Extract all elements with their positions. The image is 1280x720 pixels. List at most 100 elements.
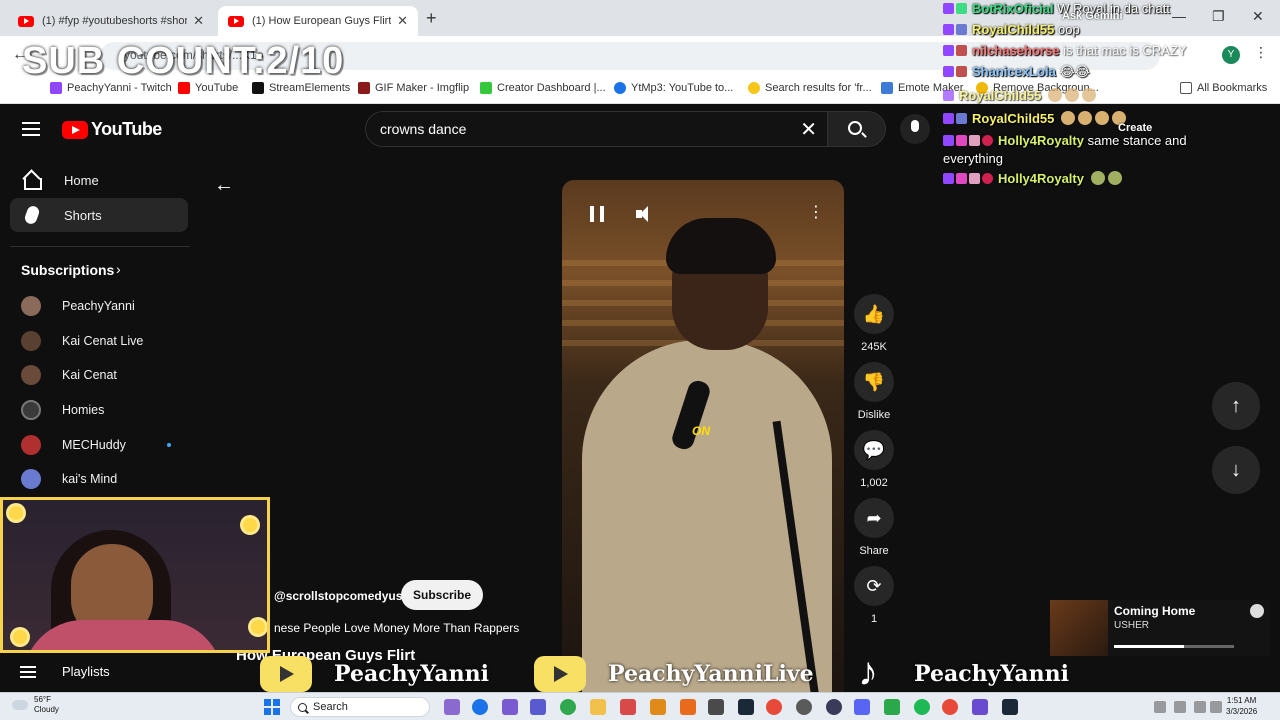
share-button[interactable]: ➦ Share bbox=[852, 498, 896, 557]
sub-badge-icon bbox=[956, 66, 967, 77]
discord-icon[interactable] bbox=[854, 699, 870, 715]
new-tab-button[interactable]: + bbox=[426, 8, 437, 29]
short-video-player[interactable]: ⋮ ON bbox=[562, 180, 844, 692]
remix-count: 1 bbox=[870, 613, 878, 625]
subscriptions-heading[interactable]: Subscriptions bbox=[21, 262, 114, 278]
subscription-item[interactable]: kai's Mind bbox=[21, 468, 191, 490]
pause-icon[interactable] bbox=[590, 206, 604, 222]
twitch-icon bbox=[50, 82, 62, 94]
edge-icon[interactable] bbox=[472, 699, 488, 715]
volume-icon[interactable] bbox=[636, 206, 652, 222]
sidebar-item-home[interactable]: Home bbox=[10, 163, 188, 197]
share-label: Share bbox=[859, 545, 889, 557]
clear-search-icon[interactable]: ✕ bbox=[800, 117, 817, 142]
file-explorer-icon[interactable] bbox=[590, 699, 606, 715]
subscription-item[interactable]: Kai Cenat Live bbox=[21, 330, 191, 352]
chrome-icon[interactable] bbox=[942, 699, 958, 715]
youtube-logo[interactable]: YouTube bbox=[62, 119, 162, 140]
now-playing-widget: Coming Home USHER bbox=[1050, 600, 1270, 656]
close-window-button[interactable]: ✕ bbox=[1252, 8, 1264, 25]
chevron-right-icon[interactable]: › bbox=[116, 261, 121, 277]
gem-badge-icon bbox=[956, 173, 967, 184]
copilot-icon[interactable] bbox=[502, 699, 518, 715]
flower-decoration-icon bbox=[13, 630, 27, 644]
sidebar-item-shorts[interactable]: Shorts bbox=[10, 198, 188, 232]
more-options-icon[interactable]: ⋮ bbox=[808, 202, 824, 222]
sidebar-divider bbox=[10, 246, 190, 247]
steam-icon[interactable] bbox=[738, 699, 754, 715]
subscription-item[interactable]: MECHuddy bbox=[21, 434, 191, 456]
app-icon[interactable] bbox=[826, 699, 842, 715]
obs-icon[interactable] bbox=[796, 699, 812, 715]
app-icon[interactable] bbox=[650, 699, 666, 715]
network-icon[interactable] bbox=[1194, 701, 1206, 713]
flower-decoration-icon bbox=[251, 620, 265, 634]
app-icon[interactable] bbox=[680, 699, 696, 715]
bookmark-item[interactable]: StreamElements bbox=[252, 82, 350, 94]
start-button[interactable] bbox=[264, 699, 280, 715]
remix-button[interactable]: ⟳ 1 bbox=[852, 566, 896, 625]
xbox-icon[interactable] bbox=[560, 699, 576, 715]
bookmark-item[interactable]: Search results for 'fr... bbox=[748, 82, 872, 94]
heart-badge-icon bbox=[982, 135, 993, 146]
browser-menu-icon[interactable]: ⋮ bbox=[1254, 44, 1268, 61]
video-caption: ON bbox=[692, 424, 710, 438]
bookmark-item[interactable]: YouTube bbox=[178, 82, 238, 94]
subscription-item[interactable]: Kai Cenat bbox=[21, 364, 191, 386]
spotify-icon[interactable] bbox=[914, 699, 930, 715]
chrome-icon[interactable] bbox=[766, 699, 782, 715]
comment-count: 1,002 bbox=[860, 477, 888, 489]
app-icon[interactable] bbox=[708, 699, 724, 715]
close-tab-icon[interactable]: ✕ bbox=[397, 13, 408, 29]
search-input[interactable] bbox=[380, 121, 780, 137]
back-arrow-icon[interactable]: ← bbox=[214, 174, 234, 197]
weather-desc: Cloudy bbox=[34, 705, 59, 714]
volume-icon[interactable] bbox=[1210, 701, 1222, 713]
bookmark-item[interactable]: PeachyYanni - Twitch bbox=[50, 82, 172, 94]
weather-widget[interactable]: 56°F Cloudy bbox=[12, 695, 59, 715]
youtube-favicon-icon bbox=[18, 15, 34, 27]
bookmark-item[interactable]: YtMp3: YouTube to... bbox=[614, 82, 733, 94]
close-tab-icon[interactable]: ✕ bbox=[193, 13, 204, 29]
emote-icon bbox=[1077, 111, 1092, 125]
search-icon bbox=[298, 703, 307, 712]
comments-button[interactable]: 💬 1,002 bbox=[852, 430, 896, 489]
ask-gemini-button[interactable]: Ask Gemini bbox=[1062, 10, 1123, 22]
microphone-icon[interactable] bbox=[1174, 701, 1186, 713]
spotify-icon bbox=[1250, 604, 1264, 618]
voice-search-button[interactable] bbox=[900, 114, 930, 144]
task-view-icon[interactable] bbox=[444, 699, 460, 715]
taskbar-search[interactable]: Search bbox=[290, 697, 430, 717]
bookmark-item[interactable]: Creator Dashboard |... bbox=[480, 82, 606, 94]
subscribe-button[interactable]: Subscribe bbox=[401, 580, 483, 610]
bookmark-item[interactable]: GIF Maker - Imgflip bbox=[358, 82, 469, 94]
avatar bbox=[21, 400, 41, 420]
create-button[interactable]: Create bbox=[1118, 122, 1152, 134]
short-description: nese People Love Money More Than Rappers bbox=[274, 621, 520, 635]
steam-icon[interactable] bbox=[1002, 699, 1018, 715]
app-icon[interactable] bbox=[884, 699, 900, 715]
browser-tab-active[interactable]: (1) How European Guys Flirt ✕ bbox=[218, 6, 418, 36]
gem-badge-icon bbox=[956, 135, 967, 146]
new-content-dot bbox=[167, 443, 171, 447]
store-icon[interactable] bbox=[620, 699, 636, 715]
taskbar-clock[interactable]: 1:51 AM 3/3/2026 bbox=[1226, 695, 1257, 717]
teams-icon[interactable] bbox=[530, 699, 546, 715]
channel-handle[interactable]: @scrollstopcomedyus bbox=[274, 589, 402, 603]
windows-logo-icon bbox=[264, 699, 271, 706]
chat-message: Holly4Royalty same stance and everything bbox=[943, 133, 1187, 166]
previous-short-button[interactable]: ↑ bbox=[1212, 382, 1260, 430]
app-icon[interactable] bbox=[972, 699, 988, 715]
show-hidden-icons-icon[interactable] bbox=[1154, 701, 1166, 713]
subscription-item[interactable]: Homies bbox=[21, 399, 191, 421]
menu-icon[interactable] bbox=[22, 122, 40, 136]
dislike-button[interactable]: 👎 Dislike bbox=[852, 362, 896, 421]
sidebar-item-playlists[interactable]: Playlists bbox=[20, 664, 110, 679]
like-button[interactable]: 👍 245K bbox=[852, 294, 896, 353]
search-button[interactable] bbox=[828, 111, 886, 147]
next-short-button[interactable]: ↓ bbox=[1212, 446, 1260, 494]
social-tiktok: PeachyYanni bbox=[854, 650, 1069, 695]
browser-tab[interactable]: (1) #fyp #youtubeshorts #short ✕ bbox=[8, 6, 214, 36]
subscription-item[interactable]: PeachyYanni bbox=[21, 295, 191, 317]
sub-count-overlay: SUB COUNT:2/10 bbox=[22, 40, 345, 82]
